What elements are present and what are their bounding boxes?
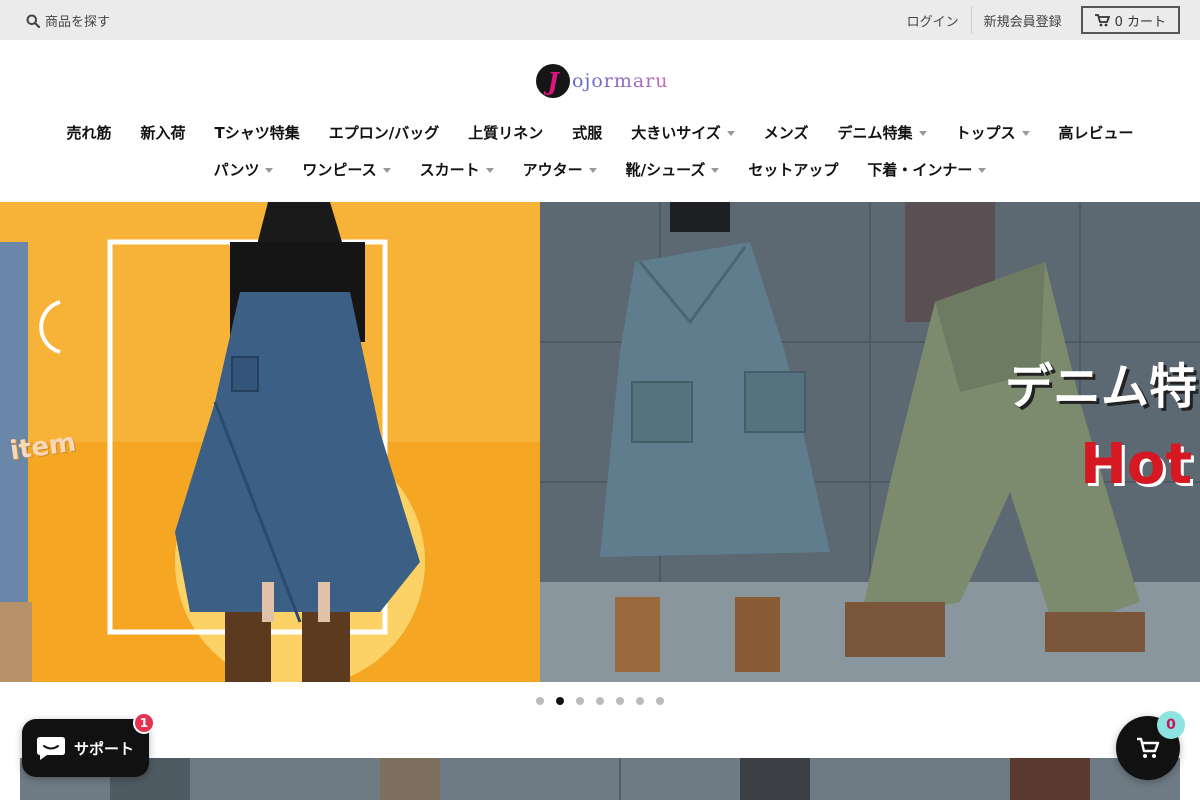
nav-label: 大きいサイズ [631, 124, 721, 142]
nav-item-skirts[interactable]: スカート [420, 159, 494, 180]
nav-label: デニム特集 [837, 124, 913, 142]
shopping-cart-icon [1137, 737, 1160, 758]
chevron-down-icon [265, 168, 274, 173]
nav-item-top-reviews[interactable]: 高レビュー [1059, 122, 1134, 143]
model-in-denim-dress-image [0, 202, 540, 682]
nav-item-mens[interactable]: メンズ [764, 122, 809, 143]
nav-label: 売れ筋 [66, 124, 112, 142]
nav-label: パンツ [213, 161, 260, 179]
chevron-down-icon [726, 131, 735, 136]
nav-item-tshirts[interactable]: Tシャツ特集 [214, 122, 299, 143]
account-links: ログイン 新規会員登録 0 カート [895, 6, 1180, 34]
nav-item-large-sizes[interactable]: 大きいサイズ [631, 122, 735, 143]
slideshow-dots [0, 697, 1200, 705]
slide-dot-5[interactable] [616, 697, 624, 705]
nav-label: 高レビュー [1058, 124, 1134, 142]
nav-item-setup[interactable]: セットアップ [748, 159, 838, 180]
store-logo[interactable]: J ojormaru [536, 64, 669, 98]
search-icon [26, 14, 40, 28]
nav-label: トップス [955, 124, 1016, 142]
support-chat-button[interactable]: サポート [22, 719, 149, 777]
logo-mark: J [536, 64, 570, 98]
slide-dot-2[interactable] [556, 697, 564, 705]
hero-overlay-subtitle: Hot [1080, 432, 1193, 497]
chat-bubble-icon [37, 737, 65, 760]
nav-label: 下着・インナー [867, 161, 973, 179]
chevron-down-icon [978, 168, 987, 173]
register-link[interactable]: 新規会員登録 [972, 11, 1074, 30]
nav-item-formal[interactable]: 式服 [572, 122, 602, 143]
nav-item-shoes[interactable]: 靴/シューズ [626, 159, 720, 180]
nav-row-1: 売れ筋 新入荷 Tシャツ特集 エプロン/バッグ 上質リネン 式服 大きいサイズ … [0, 122, 1200, 143]
chevron-down-icon [1021, 131, 1030, 136]
chat-notification-badge: 1 [133, 712, 155, 734]
logo-text: ojormaru [572, 70, 669, 92]
nav-label: エプロン/バッグ [328, 124, 440, 142]
nav-item-dresses[interactable]: ワンピース [302, 159, 391, 180]
nav-item-bestsellers[interactable]: 売れ筋 [66, 122, 111, 143]
slide-dot-4[interactable] [596, 697, 604, 705]
slide-dot-7[interactable] [656, 697, 664, 705]
nav-label: Tシャツ特集 [214, 124, 300, 142]
nav-item-pants[interactable]: パンツ [214, 159, 274, 180]
hero-slide-active[interactable]: デニム特 Hot [540, 202, 1200, 682]
cart-button[interactable]: 0 カート [1080, 6, 1180, 34]
nav-item-denim[interactable]: デニム特集 [838, 122, 927, 143]
nav-item-linen[interactable]: 上質リネン [468, 122, 543, 143]
chevron-down-icon [711, 168, 720, 173]
hero-overlay-title: デニム特 [1005, 359, 1198, 415]
slide-dot-6[interactable] [636, 697, 644, 705]
cart-label: 0 カート [1114, 14, 1166, 30]
nav-item-new-arrivals[interactable]: 新入荷 [140, 122, 185, 143]
search-label: 商品を探す [45, 15, 111, 30]
cart-count-badge: 0 [1157, 711, 1185, 739]
login-link[interactable]: ログイン [895, 11, 971, 30]
nav-item-aprons-bags[interactable]: エプロン/バッグ [329, 122, 439, 143]
nav-label: ワンピース [302, 161, 377, 179]
chevron-down-icon [382, 168, 391, 173]
nav-label: 靴/シューズ [625, 161, 706, 179]
cart-icon [1094, 13, 1110, 26]
nav-row-2: パンツ ワンピース スカート アウター 靴/シューズ セットアップ 下着・インナ… [0, 159, 1200, 180]
chevron-down-icon [588, 168, 597, 173]
nav-label: 上質リネン [468, 124, 544, 142]
chevron-down-icon [485, 168, 494, 173]
nav-item-outerwear[interactable]: アウター [523, 159, 597, 180]
hero-slideshow[interactable]: item デニム特 Hot [0, 202, 1200, 682]
slide-dot-1[interactable] [536, 697, 544, 705]
secondary-banner[interactable] [20, 758, 1180, 800]
chevron-down-icon [918, 131, 927, 136]
search-link[interactable]: 商品を探す [26, 11, 110, 30]
top-utility-bar: 商品を探す ログイン 新規会員登録 0 カート [0, 0, 1200, 40]
nav-label: セットアップ [748, 161, 839, 179]
slide-dot-3[interactable] [576, 697, 584, 705]
nav-item-underwear[interactable]: 下着・インナー [867, 159, 987, 180]
nav-label: メンズ [763, 124, 809, 142]
nav-label: アウター [522, 161, 583, 179]
banner-image [20, 758, 1180, 800]
hero-slide-previous[interactable]: item [0, 202, 540, 682]
nav-label: 新入荷 [140, 124, 186, 142]
nav-label: 式服 [572, 124, 603, 142]
chat-label: サポート [74, 739, 135, 758]
nav-label: スカート [419, 161, 480, 179]
nav-item-tops[interactable]: トップス [956, 122, 1030, 143]
